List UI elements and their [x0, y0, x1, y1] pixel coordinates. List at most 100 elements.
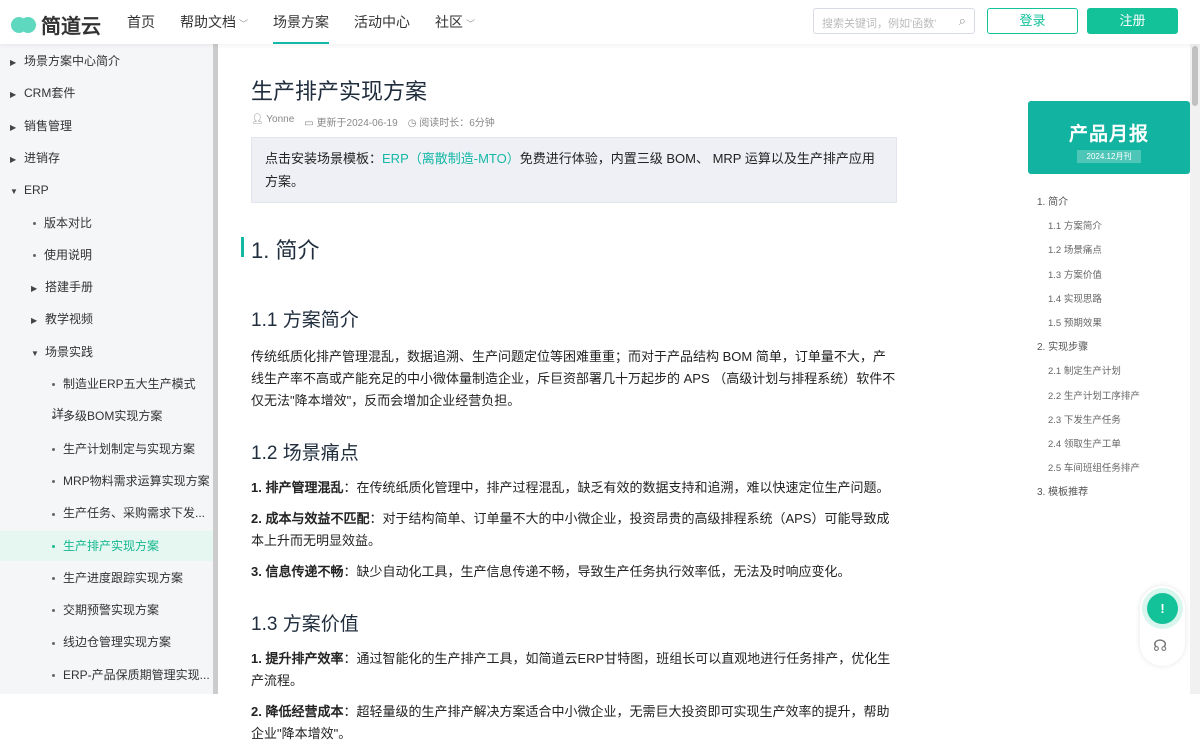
- scrollbar-thumb[interactable]: [1192, 46, 1198, 106]
- sidebar-item-label: 使用说明: [44, 247, 93, 262]
- sidebar-item[interactable]: 生产任务、采购需求下发...: [0, 498, 213, 528]
- toc-item[interactable]: 1.4 实现思路: [1037, 288, 1140, 312]
- nav-label: 首页: [127, 14, 155, 30]
- template-link[interactable]: ERP（离散制造-MTO）: [382, 151, 520, 166]
- updated-date: ▭ 更新于2024-06-19: [304, 118, 398, 129]
- chevron-down-icon: ﹀: [466, 19, 476, 29]
- user-icon: 👤︎: [251, 114, 267, 125]
- nav-label: 帮助文档: [180, 14, 236, 30]
- search-input[interactable]: 搜索关键词，例如'函数' ⌕: [813, 8, 975, 34]
- subsection-heading: 1.1 方案简介: [251, 310, 359, 331]
- toc-item[interactable]: 2.2 生产计划工序排产: [1037, 385, 1140, 409]
- sidebar-item[interactable]: MRP物料需求运算实现方案: [0, 466, 213, 496]
- logo-icon: [11, 14, 37, 36]
- sidebar-item[interactable]: ▶ 搭建手册: [0, 272, 213, 302]
- sidebar-item-label: 交期预警实现方案: [63, 603, 160, 618]
- toc-item[interactable]: 1.5 预期效果: [1037, 312, 1140, 336]
- sidebar-item[interactable]: 交期预警实现方案: [0, 595, 213, 625]
- sidebar-item-label: 生产排产实现方案: [63, 538, 160, 553]
- bullet-icon: [52, 609, 55, 613]
- customer-service-icon[interactable]: ☊: [1153, 636, 1167, 656]
- bold-lead: 1. 提升排产效率: [251, 651, 344, 666]
- caret-right-icon: ▶: [31, 316, 38, 326]
- sidebar-item[interactable]: 版本对比: [0, 208, 213, 238]
- sidebar-item-label: 搭建手册: [45, 280, 94, 295]
- bullet-icon: [33, 254, 36, 258]
- sidebar-item[interactable]: 生产进度跟踪实现方案: [0, 563, 213, 593]
- feedback-icon[interactable]: !: [1147, 593, 1178, 624]
- bold-lead: 3. 信息传递不畅: [251, 564, 344, 579]
- caret-down-icon: ▼: [31, 348, 39, 358]
- sidebar-item-label: 教学视频: [45, 312, 94, 327]
- toc-item[interactable]: 3. 模板推荐: [1037, 481, 1140, 505]
- banner-subtitle: 2024.12月刊: [1076, 150, 1142, 163]
- sidebar-item[interactable]: 生产排产实现方案: [0, 530, 213, 561]
- sidebar-item[interactable]: ▶ 场景方案中心简介: [0, 46, 213, 76]
- sidebar-scrollbar[interactable]: [213, 44, 218, 694]
- toc-item[interactable]: 2.5 车间班组任务排产: [1037, 457, 1140, 481]
- caret-right-icon: ▶: [31, 284, 38, 294]
- author: 👤︎ Yonne: [251, 114, 295, 125]
- bullet-icon: [52, 447, 55, 451]
- bullet-icon: [33, 221, 36, 225]
- sidebar-item-label: 版本对比: [44, 215, 93, 230]
- nav-item[interactable]: 场景方案: [273, 0, 330, 44]
- sidebar-item-label: ERP: [24, 183, 49, 198]
- page-scrollbar[interactable]: [1190, 44, 1200, 694]
- sidebar-item[interactable]: ▶ CRM套件: [0, 78, 213, 108]
- sidebar-item[interactable]: 制造业ERP五大生产模式详...: [0, 369, 213, 421]
- sidebar-item[interactable]: ▼ ERP: [0, 175, 213, 205]
- sidebar-item-label: 生产计划制定与实现方案: [63, 441, 196, 456]
- sidebar-item-label: 销售管理: [24, 118, 73, 133]
- paragraph: 传统纸质化排产管理混乱，数据追溯、生产问题定位等困难重重；而对于产品结构 BOM…: [251, 349, 896, 408]
- read-time: ◷ 阅读时长：6分钟: [407, 118, 495, 129]
- caret-right-icon: ▶: [10, 154, 17, 164]
- sidebar-item[interactable]: ▶ 销售管理: [0, 111, 213, 141]
- sidebar-item-label: 场景实践: [45, 344, 94, 359]
- chevron-down-icon: ﹀: [239, 19, 249, 29]
- register-button[interactable]: 注册: [1087, 8, 1178, 34]
- logo[interactable]: 简道云: [11, 10, 101, 39]
- toc-item[interactable]: 1.3 方案价值: [1037, 264, 1140, 288]
- toc-item[interactable]: 2.4 领取生产工单: [1037, 433, 1140, 457]
- toc-item[interactable]: 1.1 方案简介: [1037, 215, 1140, 239]
- banner-title: 产品月报: [1068, 124, 1149, 145]
- sidebar-item[interactable]: ▶ 教学视频: [0, 304, 213, 334]
- floating-actions: ! ☊: [1140, 586, 1185, 666]
- toc-item[interactable]: 2.1 制定生产计划: [1037, 360, 1140, 384]
- search-icon[interactable]: ⌕: [959, 13, 966, 29]
- bold-lead: 2. 成本与效益不匹配: [251, 511, 370, 526]
- sidebar-item[interactable]: 使用说明: [0, 240, 213, 270]
- login-button[interactable]: 登录: [987, 8, 1078, 34]
- bullet-icon: [52, 415, 55, 419]
- sidebar-item[interactable]: 线边仓管理实现方案: [0, 627, 213, 657]
- nav-item[interactable]: 帮助文档 ﹀: [180, 0, 248, 44]
- sidebar-item[interactable]: ▶ 进销存: [0, 143, 213, 173]
- sidebar-item[interactable]: ▼ 场景实践: [0, 337, 213, 367]
- nav-item[interactable]: 社区 ﹀: [435, 0, 475, 44]
- bold-lead: 2. 降低经营成本: [251, 704, 344, 719]
- search-placeholder: 搜索关键词，例如'函数': [822, 18, 937, 30]
- monthly-report-banner[interactable]: 产品月报 2024.12月刊: [1028, 101, 1190, 174]
- sidebar-item-label: 线边仓管理实现方案: [63, 635, 172, 650]
- paragraph-text: ：缺少自动化工具，生产信息传递不畅，导致生产任务执行效率低，无法及时响应变化。: [343, 564, 851, 579]
- nav-item[interactable]: 活动中心: [354, 0, 410, 44]
- paragraph: 1. 排产管理混乱：在传统纸质化管理中，排产过程混乱，缺乏有效的数据支持和追溯，…: [251, 477, 897, 499]
- nav-label: 活动中心: [354, 14, 411, 30]
- caret-down-icon: ▼: [10, 187, 18, 197]
- toc-item[interactable]: 1.2 场景痛点: [1037, 239, 1140, 263]
- sidebar-item-label: 进销存: [24, 150, 61, 165]
- sidebar-item[interactable]: 生产计划制定与实现方案: [0, 434, 213, 464]
- toc-item[interactable]: 2. 实现步骤: [1037, 336, 1140, 360]
- sidebar-item-label: CRM套件: [24, 86, 76, 101]
- article-meta: 👤︎ Yonne ▭ 更新于2024-06-19 ◷ 阅读时长：6分钟: [251, 114, 897, 129]
- clock-icon: ◷: [407, 118, 420, 129]
- bullet-icon: [52, 383, 55, 387]
- toc-item[interactable]: 1. 简介: [1037, 191, 1140, 215]
- sidebar-item[interactable]: 多级BOM实现方案: [0, 401, 213, 431]
- nav-item[interactable]: 首页: [127, 0, 155, 44]
- sidebar-item-label: 场景方案中心简介: [24, 54, 121, 68]
- toc-item[interactable]: 2.3 下发生产任务: [1037, 409, 1140, 433]
- sidebar-item[interactable]: ERP-产品保质期管理实现...: [0, 660, 213, 690]
- sidebar-item-label: ERP-产品保质期管理实现...: [63, 667, 210, 682]
